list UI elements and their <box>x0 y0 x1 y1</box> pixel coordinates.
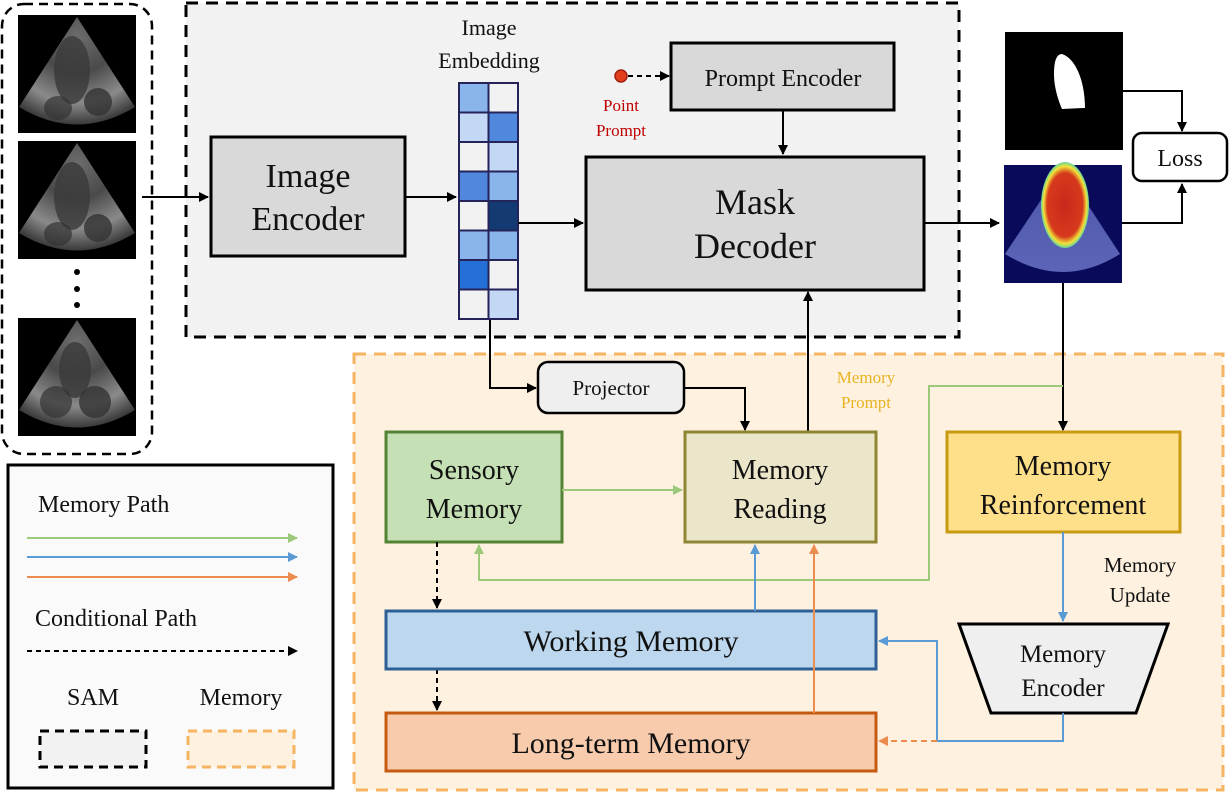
embedding-title-1: Image <box>462 15 517 40</box>
embedding-cell <box>458 141 490 173</box>
echo-frame-2 <box>18 141 136 259</box>
embedding-title-2: Embedding <box>438 48 539 73</box>
memory-reinforcement-label-2: Reinforcement <box>980 490 1147 521</box>
legend-sam-swatch <box>38 729 148 769</box>
embedding-cell <box>487 82 519 114</box>
embedding-cell <box>487 200 519 232</box>
arrow-gt-to-loss <box>1123 90 1187 132</box>
predicted-heatmap <box>1004 162 1122 283</box>
projector-label: Projector <box>573 376 650 400</box>
echo-frame-1 <box>18 15 136 133</box>
image-encoder-label-2: Encoder <box>251 201 365 238</box>
memory-update-label-2: Update <box>1110 583 1171 607</box>
image-embedding-grid <box>458 82 519 320</box>
image-encoder-label-1: Image <box>266 158 351 195</box>
embedding-cell <box>458 200 490 232</box>
long-term-memory-block[interactable]: Long-term Memory <box>384 711 878 773</box>
embedding-cell <box>487 170 519 202</box>
loss-label: Loss <box>1157 146 1202 172</box>
memory-prompt-label-2: Prompt <box>841 393 891 412</box>
memory-reading-block[interactable]: Memory Reading <box>683 430 878 544</box>
working-memory-label: Working Memory <box>523 625 738 658</box>
legend-memory-label: Memory <box>200 685 283 711</box>
embedding-cell <box>458 82 490 114</box>
echo-frame-3 <box>18 318 136 436</box>
image-encoder-block[interactable]: Image Encoder <box>209 135 407 258</box>
embedding-cell <box>458 288 490 320</box>
memory-encoder-label-2: Encoder <box>1021 675 1105 702</box>
embedding-cell <box>458 170 490 202</box>
point-prompt-label-2: Prompt <box>596 121 646 140</box>
memory-reading-label-1: Memory <box>732 455 828 486</box>
embedding-cell <box>487 288 519 320</box>
architecture-diagram: Image Encoder Image Embedding Point Prom… <box>0 1 1229 792</box>
legend-sam-label: SAM <box>67 685 119 711</box>
loss-block[interactable]: Loss <box>1131 131 1229 183</box>
projector-block[interactable]: Projector <box>536 360 686 415</box>
ground-truth-mask <box>1005 32 1123 150</box>
embedding-cell <box>458 229 490 261</box>
memory-reinforcement-label-1: Memory <box>1015 451 1111 482</box>
memory-prompt-label-1: Memory <box>837 368 896 387</box>
long-term-memory-label: Long-term Memory <box>511 727 750 760</box>
sensory-memory-block[interactable]: Sensory Memory <box>384 430 564 544</box>
memory-update-label-1: Memory <box>1104 553 1177 577</box>
prompt-encoder-label: Prompt Encoder <box>705 66 862 92</box>
embedding-cell <box>487 229 519 261</box>
sensory-memory-label-1: Sensory <box>429 455 519 486</box>
legend-memory-path-label: Memory Path <box>38 492 169 518</box>
arrow-pred-to-loss <box>1122 183 1187 224</box>
memory-encoder-block[interactable]: Memory Encoder <box>956 622 1171 715</box>
embedding-cell <box>487 111 519 143</box>
working-memory-block[interactable]: Working Memory <box>384 609 878 671</box>
prompt-encoder-block[interactable]: Prompt Encoder <box>669 41 896 112</box>
point-prompt-label-1: Point <box>603 96 639 115</box>
sensory-memory-label-2: Memory <box>426 494 522 525</box>
embedding-cell <box>487 259 519 291</box>
input-frames-group <box>0 2 154 456</box>
mask-decoder-label-2: Decoder <box>694 226 816 266</box>
memory-reading-label-2: Reading <box>733 494 826 525</box>
legend-memory-swatch <box>186 729 296 769</box>
embedding-cell <box>458 111 490 143</box>
embedding-cell <box>487 141 519 173</box>
legend-conditional-path-label: Conditional Path <box>35 606 197 632</box>
memory-encoder-label-1: Memory <box>1020 641 1107 668</box>
memory-reinforcement-block[interactable]: Memory Reinforcement <box>945 430 1182 534</box>
mask-decoder-block[interactable]: Mask Decoder <box>584 155 926 292</box>
mask-decoder-label-1: Mask <box>715 182 795 222</box>
point-prompt-dot[interactable] <box>614 69 628 83</box>
embedding-cell <box>458 259 490 291</box>
legend: Memory Path Conditional Path SAM Memory <box>6 463 335 790</box>
